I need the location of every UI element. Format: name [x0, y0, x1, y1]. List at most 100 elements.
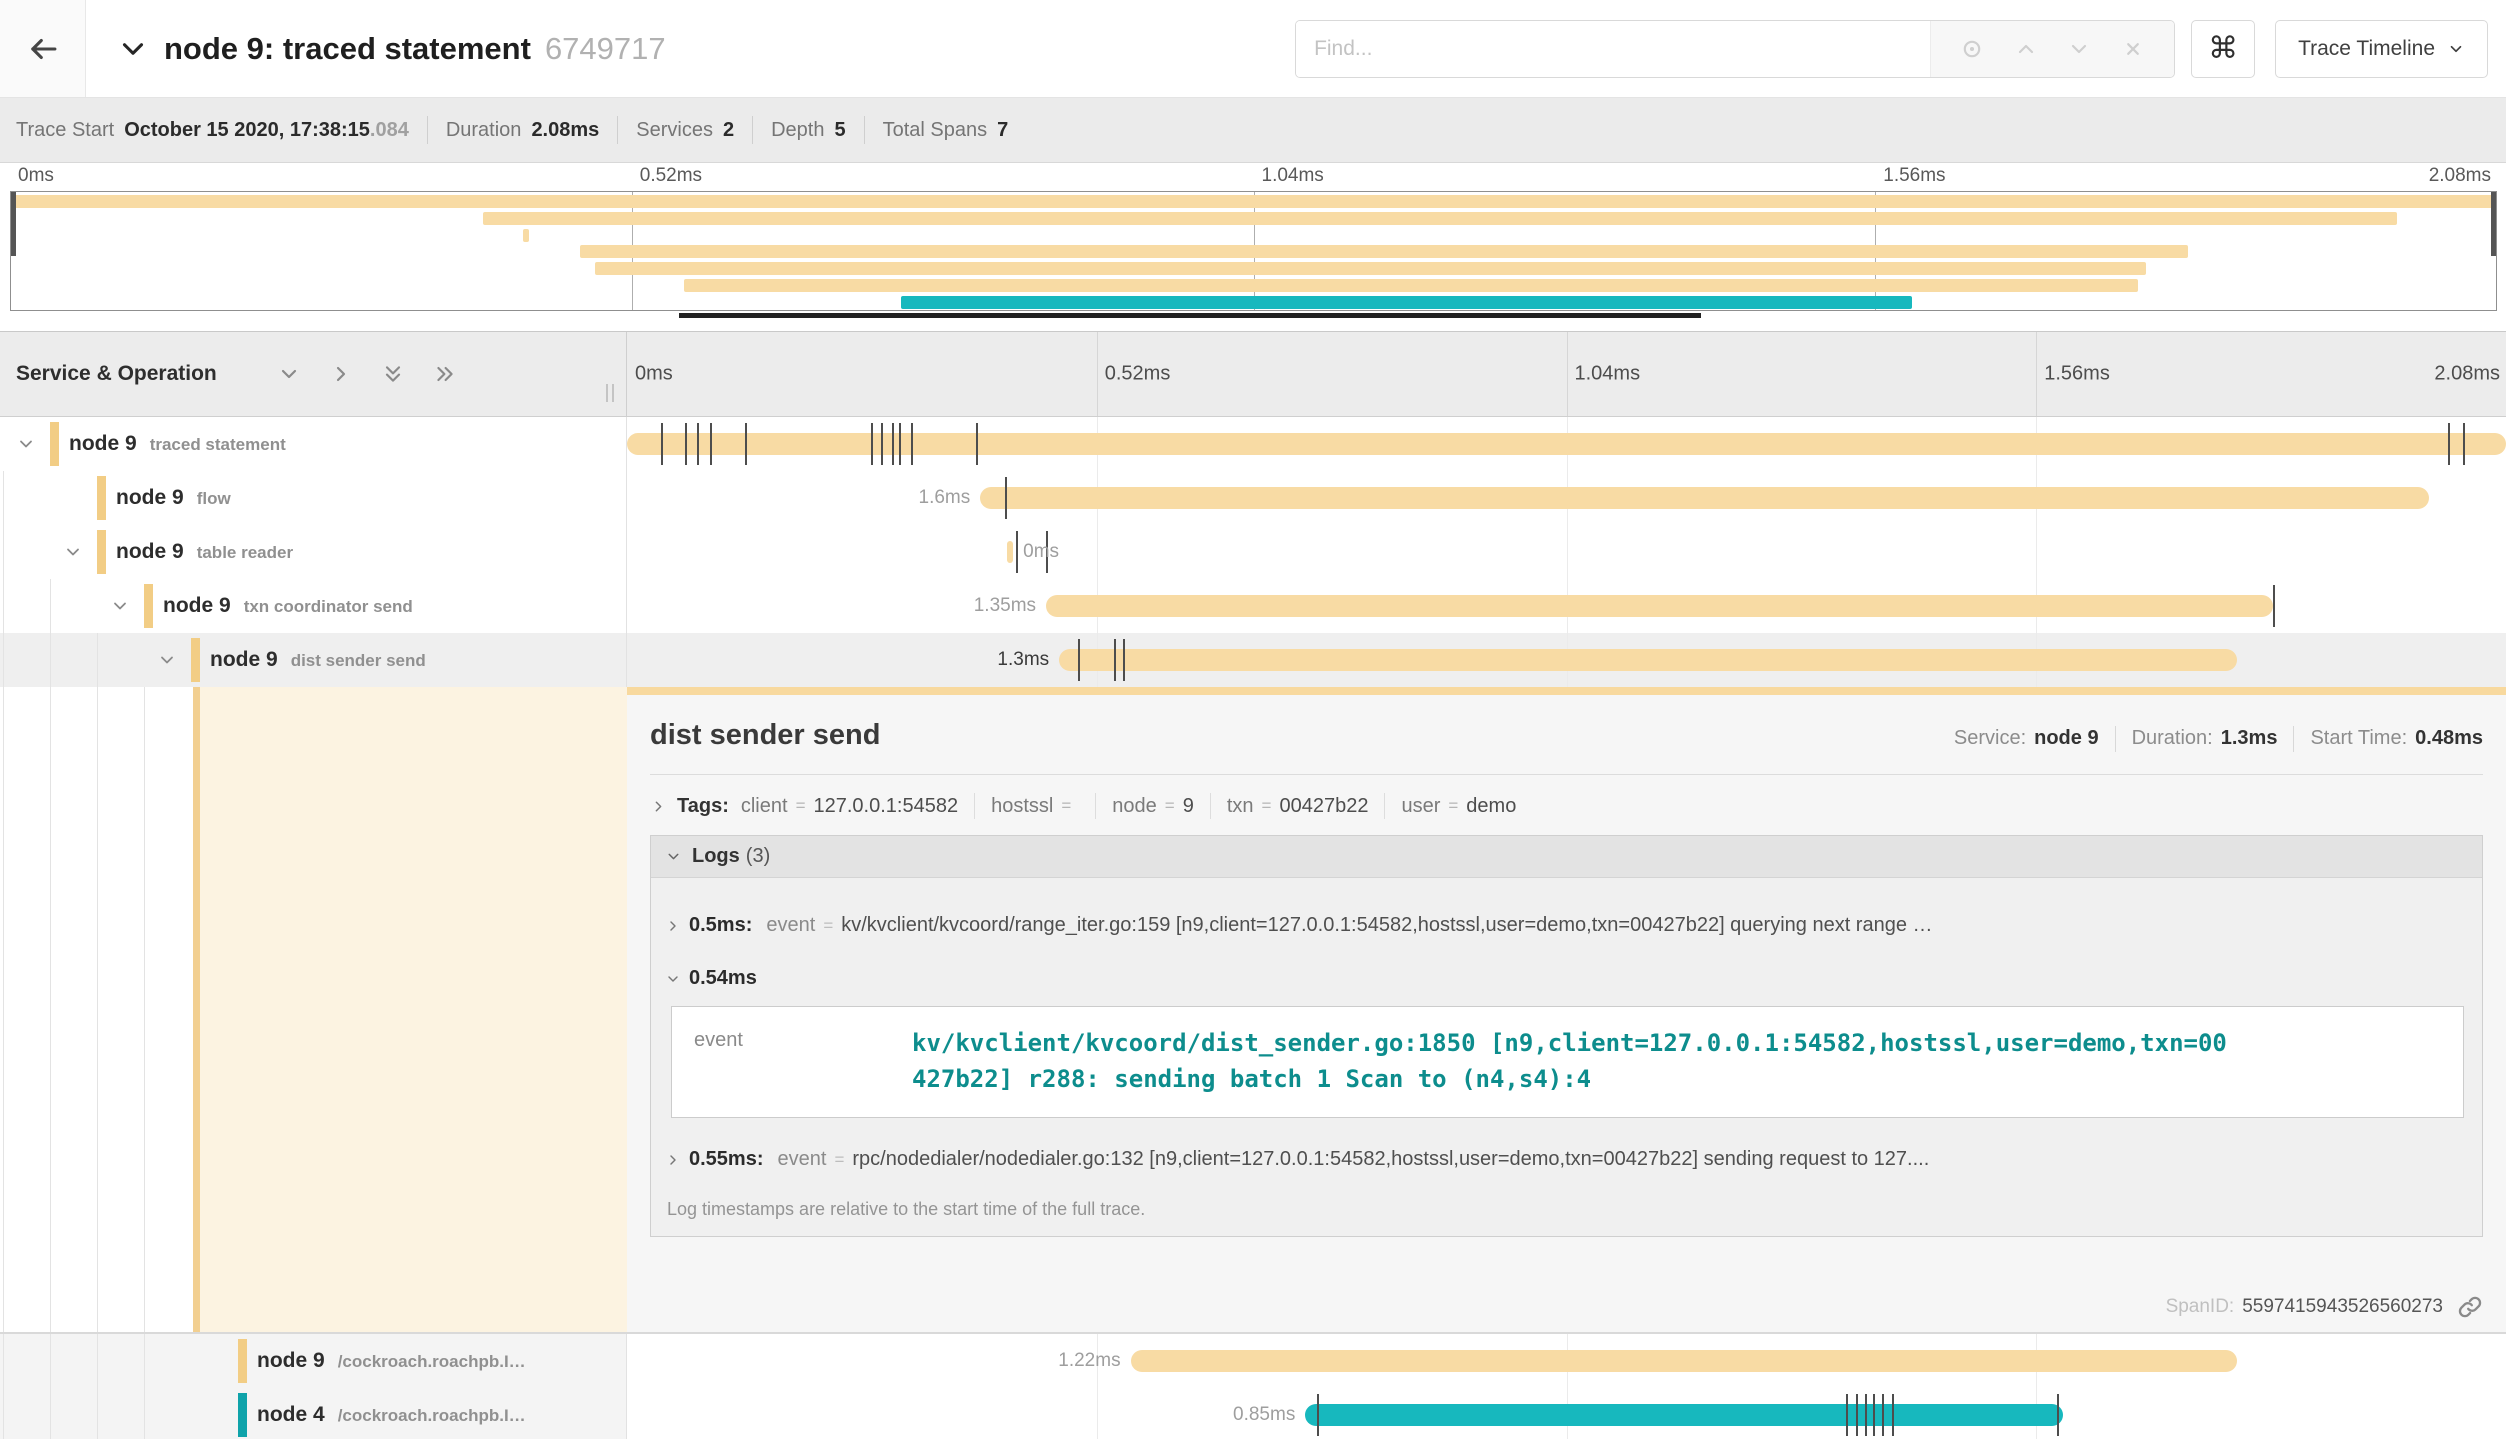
- span-expander-icon[interactable]: [16, 434, 36, 454]
- tag-equals: =: [1061, 796, 1071, 816]
- span-log-tick: [911, 423, 913, 465]
- span-row[interactable]: node 9txn coordinator send 1.35ms: [0, 579, 2506, 633]
- tree-guide: [97, 1388, 98, 1439]
- span-row[interactable]: node 4/cockroach.roachpb.I… 0.85ms: [0, 1388, 2506, 1439]
- find-input[interactable]: [1296, 21, 1930, 77]
- span-row-timeline[interactable]: 1.6ms: [627, 471, 2506, 525]
- collapse-all-icon[interactable]: [381, 362, 405, 386]
- summary-separator: [752, 116, 753, 144]
- log-entry[interactable]: 0.5ms:event=kv/kvclient/kvcoord/range_it…: [665, 914, 2470, 937]
- span-row-name[interactable]: node 9txn coordinator send: [0, 579, 627, 633]
- span-rows-top: node 9traced statementnode 9flow1.6msnod…: [0, 417, 2506, 687]
- span-row-name[interactable]: node 4/cockroach.roachpb.I…: [0, 1388, 627, 1439]
- find-prev-icon[interactable]: [2014, 37, 2038, 61]
- span-tags-row[interactable]: Tags: client=127.0.0.1:54582hostssl=node…: [650, 793, 2483, 819]
- find-next-icon[interactable]: [2067, 37, 2091, 61]
- log-entry[interactable]: 0.54ms: [665, 967, 2470, 990]
- stat-value: 1.3ms: [2221, 727, 2278, 750]
- view-selector-button[interactable]: Trace Timeline: [2275, 20, 2488, 78]
- span-log-tick: [1317, 1394, 1319, 1436]
- span-logs-section: Logs (3) 0.5ms:event=kv/kvclient/kvcoord…: [650, 835, 2483, 1237]
- tag-separator: [1384, 793, 1385, 819]
- tag-equals: =: [1262, 796, 1272, 816]
- span-detail-card: dist sender send Service:node 9Duration:…: [627, 687, 2506, 1332]
- span-duration-bar[interactable]: [1046, 595, 2273, 617]
- tag-separator: [974, 793, 975, 819]
- back-button[interactable]: [0, 0, 86, 97]
- expand-all-icon[interactable]: [433, 362, 457, 386]
- span-row-name[interactable]: node 9/cockroach.roachpb.I…: [0, 1334, 627, 1388]
- summary-separator: [617, 116, 618, 144]
- span-row[interactable]: node 9flow 1.6ms: [0, 471, 2506, 525]
- span-row-name[interactable]: node 9dist sender send: [0, 633, 627, 687]
- collapse-controls: [277, 362, 457, 386]
- tag-value: 9: [1183, 795, 1194, 818]
- span-duration-label: 1.35ms: [974, 579, 1036, 633]
- collapse-one-icon[interactable]: [277, 362, 301, 386]
- span-row[interactable]: node 9dist sender send 1.3ms: [0, 633, 2506, 687]
- span-service-name: node 4/cockroach.roachpb.I…: [257, 1403, 526, 1427]
- span-row-timeline[interactable]: 0ms: [627, 525, 2506, 579]
- span-service-name: node 9table reader: [116, 540, 293, 564]
- time-tick-label: 1.04ms: [1262, 165, 1324, 187]
- logs-footnote: Log timestamps are relative to the start…: [667, 1199, 2470, 1220]
- span-service-name: node 9dist sender send: [210, 648, 426, 672]
- find-clear-icon[interactable]: [2121, 37, 2145, 61]
- gridline: [2036, 332, 2037, 416]
- span-row-timeline[interactable]: 1.22ms: [627, 1334, 2506, 1388]
- span-expander-icon[interactable]: [157, 650, 177, 670]
- span-duration-bar[interactable]: [1007, 541, 1013, 563]
- minimap-scrubber-left[interactable]: [11, 192, 16, 256]
- log-entry[interactable]: 0.55ms:event=rpc/nodedialer/nodedialer.g…: [665, 1148, 2470, 1171]
- span-operation-name: /cockroach.roachpb.I…: [338, 1406, 526, 1425]
- span-duration-bar[interactable]: [627, 433, 2506, 455]
- span-duration-label: 1.6ms: [919, 471, 971, 525]
- span-log-tick: [1016, 531, 1018, 573]
- minimap-tick-labels: 0ms0.52ms1.04ms1.56ms2.08ms: [10, 165, 2497, 191]
- span-row-name[interactable]: node 9flow: [0, 471, 627, 525]
- span-log-tick: [1078, 639, 1080, 681]
- span-duration-bar[interactable]: [980, 487, 2429, 509]
- span-row-timeline[interactable]: 1.3ms: [627, 633, 2506, 687]
- span-row-timeline[interactable]: 1.35ms: [627, 579, 2506, 633]
- summary-label: Duration: [446, 119, 522, 142]
- span-expander-icon[interactable]: [63, 542, 83, 562]
- log-field-value: kv/kvclient/kvcoord/range_iter.go:159 [n…: [841, 914, 2470, 937]
- span-color-chip: [191, 638, 200, 682]
- span-row-name[interactable]: node 9table reader: [0, 525, 627, 579]
- span-duration-bar[interactable]: [1131, 1350, 2238, 1372]
- trace-collapse-icon[interactable]: [116, 32, 150, 66]
- span-row-name[interactable]: node 9traced statement: [0, 417, 627, 471]
- summary-label: Depth: [771, 119, 824, 142]
- tag-value: demo: [1466, 795, 1516, 818]
- keyboard-shortcuts-button[interactable]: ⌘: [2191, 20, 2255, 78]
- span-color-chip: [144, 584, 153, 628]
- span-row[interactable]: node 9/cockroach.roachpb.I… 1.22ms: [0, 1334, 2506, 1388]
- minimap-span-bar: [11, 195, 2496, 208]
- link-icon[interactable]: [2457, 1294, 2483, 1320]
- detail-divider: [650, 774, 2483, 775]
- span-row[interactable]: node 9table reader 0ms: [0, 525, 2506, 579]
- view-selector-label: Trace Timeline: [2298, 37, 2435, 61]
- minimap-canvas[interactable]: [10, 191, 2497, 311]
- log-timestamp: 0.5ms:: [689, 914, 752, 937]
- span-expander-icon[interactable]: [110, 596, 130, 616]
- span-duration-bar[interactable]: [1305, 1404, 2062, 1426]
- expand-one-icon[interactable]: [329, 362, 353, 386]
- span-row-timeline[interactable]: [627, 417, 2506, 471]
- tag-key: client: [741, 795, 788, 818]
- minimap-viewport-indicator[interactable]: [679, 313, 1701, 318]
- tree-guide: [144, 1334, 145, 1388]
- span-row-timeline[interactable]: 0.85ms: [627, 1388, 2506, 1439]
- column-resizer[interactable]: [606, 384, 614, 402]
- gridline: [1097, 1388, 1098, 1439]
- summary-value: 5: [834, 119, 845, 142]
- logs-header[interactable]: Logs (3): [651, 836, 2482, 878]
- minimap-lower: [10, 313, 2497, 319]
- span-duration-label: 1.22ms: [1058, 1334, 1120, 1388]
- find-match-icon[interactable]: [1960, 37, 1984, 61]
- span-duration-bar[interactable]: [1059, 649, 2237, 671]
- minimap-scrubber-right[interactable]: [2491, 192, 2496, 256]
- span-row[interactable]: node 9traced statement: [0, 417, 2506, 471]
- span-rows-bottom: node 9/cockroach.roachpb.I…1.22msnode 4/…: [0, 1334, 2506, 1439]
